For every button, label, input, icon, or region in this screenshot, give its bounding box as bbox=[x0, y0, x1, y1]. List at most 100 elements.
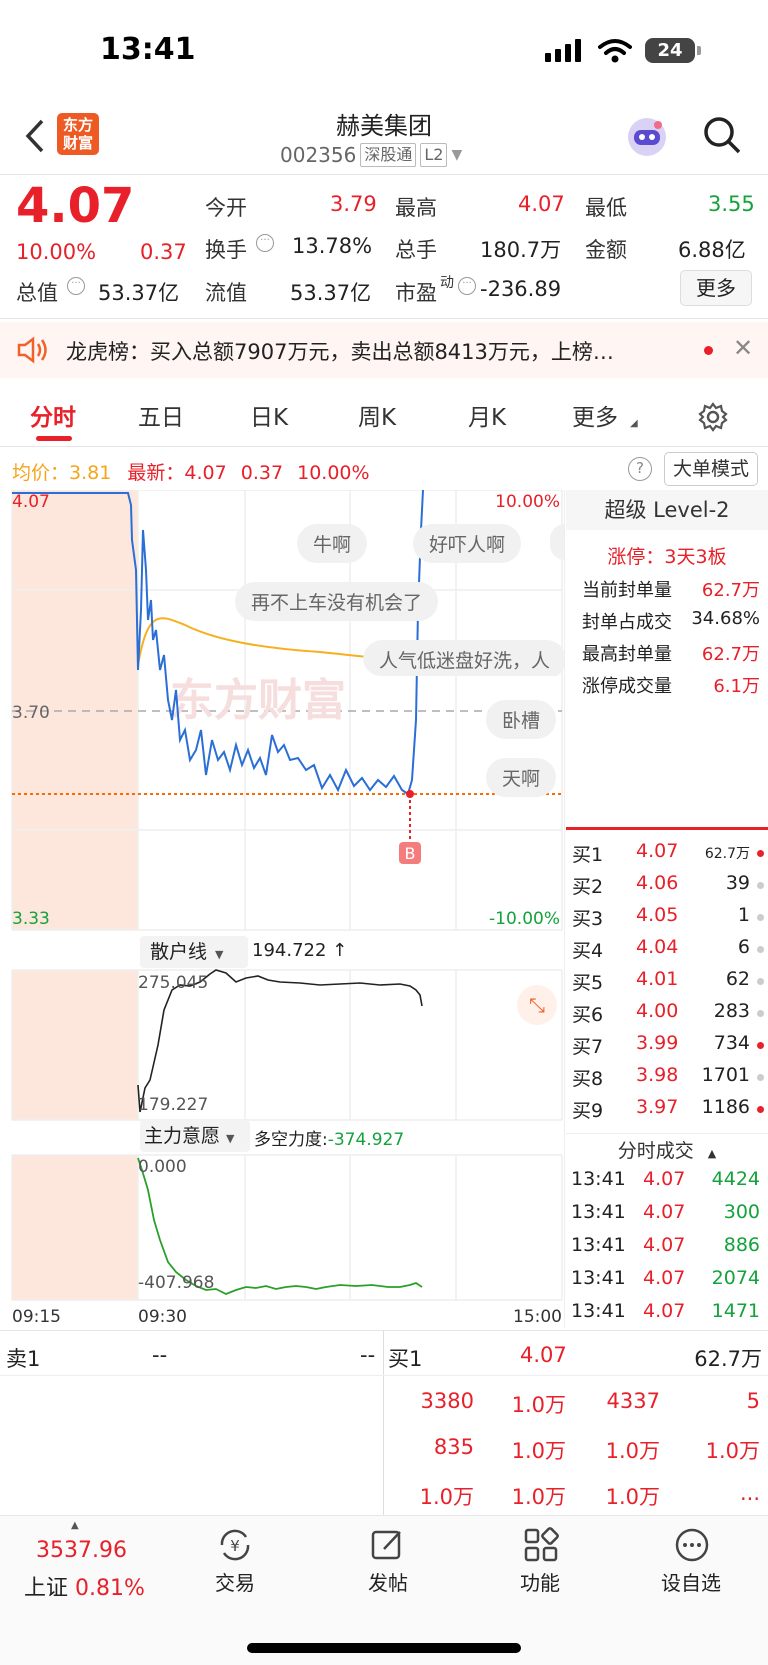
nav-post-label[interactable]: 发帖 bbox=[338, 1567, 438, 1596]
bid-row[interactable]: 买8 3.98 1701 bbox=[572, 1064, 768, 1096]
info-icon[interactable]: ··· bbox=[67, 277, 85, 295]
chart-tabs: 分时 五日 日K 周K 月K 更多 ◢ bbox=[0, 388, 768, 448]
nav-functions-label[interactable]: 功能 bbox=[490, 1567, 590, 1596]
queue-order: 3380 bbox=[420, 1389, 474, 1413]
level2-divider bbox=[566, 827, 768, 830]
retail-value-row: 194.722 ↑ bbox=[252, 940, 347, 961]
order-dot bbox=[757, 914, 764, 921]
comment-clip: 人气低迷盘好洗，人 bbox=[363, 640, 565, 676]
tick-volume: 300 bbox=[723, 1201, 760, 1223]
bid-row[interactable]: 买4 4.04 6 bbox=[572, 936, 768, 968]
notice-bar[interactable]: 龙虎榜：买入总额7907万元，卖出总额8413万元，上榜… ✕ bbox=[0, 322, 768, 378]
search-icon[interactable] bbox=[702, 115, 742, 155]
nav-trade-label[interactable]: 交易 bbox=[185, 1567, 285, 1596]
time-start-label: 09:15 bbox=[12, 1307, 61, 1327]
help-icon[interactable]: ? bbox=[628, 457, 652, 481]
time-end-label: 15:00 bbox=[513, 1307, 562, 1327]
comment-bubble[interactable]: 好吓人啊 bbox=[413, 524, 522, 563]
ticks-title[interactable]: 分时成交 ▲ bbox=[566, 1136, 768, 1163]
comment-bubble[interactable]: 再不上车没有机会了 bbox=[235, 582, 439, 621]
cellular-signal-icon bbox=[545, 38, 581, 62]
pe-label: 市盈 bbox=[395, 281, 437, 305]
bid-volume: 6 bbox=[737, 936, 750, 958]
bid-row[interactable]: 买1 4.07 62.7万 bbox=[572, 840, 768, 872]
stock-code: 002356 bbox=[280, 143, 357, 167]
comment-bubble[interactable]: 天啊 bbox=[486, 758, 557, 797]
header-divider bbox=[0, 174, 768, 175]
stat-value: 34.68% bbox=[691, 608, 760, 629]
nav-watchlist-label[interactable]: 设自选 bbox=[641, 1567, 741, 1596]
queue-order: 1.0万 bbox=[511, 1393, 566, 1417]
amount-label: 金额 bbox=[585, 238, 627, 262]
sell1-label: 卖1 bbox=[6, 1347, 41, 1371]
expand-up-icon[interactable]: ▲ bbox=[71, 1520, 79, 1531]
pe-sup: 动 bbox=[440, 275, 454, 291]
bid-label: 买1 bbox=[572, 844, 604, 866]
stock-code-row[interactable]: 002356 深股通 L2 ▼ bbox=[280, 143, 462, 167]
order-dot bbox=[757, 978, 764, 985]
stat-label: 最高封单量 bbox=[582, 644, 672, 665]
queue-order: 5 bbox=[746, 1389, 760, 1413]
bid-row[interactable]: 买6 4.00 283 bbox=[572, 1000, 768, 1032]
level2-title[interactable]: 超级 Level-2 bbox=[566, 490, 768, 530]
turnover-label: 换手 bbox=[205, 238, 247, 262]
bid-price: 4.07 bbox=[636, 840, 679, 862]
latest-value: 4.07 bbox=[184, 462, 227, 484]
bid-row[interactable]: 买3 4.05 1 bbox=[572, 904, 768, 936]
main-indicator-select[interactable]: 主力意愿 ▼ bbox=[140, 1120, 250, 1152]
main-top-label: 0.000 bbox=[138, 1157, 187, 1177]
bid-row[interactable]: 买5 4.01 62 bbox=[572, 968, 768, 1000]
bid-row[interactable]: 买7 3.99 734 bbox=[572, 1032, 768, 1064]
comment-bubble[interactable]: 卧槽 bbox=[486, 700, 557, 739]
expand-icon[interactable]: ⤡ bbox=[517, 985, 557, 1025]
bid-price: 3.98 bbox=[636, 1064, 679, 1086]
time-open-label: 09:30 bbox=[138, 1307, 187, 1327]
tick-time: 13:41 bbox=[571, 1234, 626, 1256]
close-icon[interactable]: ✕ bbox=[733, 334, 753, 362]
total-mv-label: 总值 bbox=[16, 281, 58, 305]
post-icon[interactable] bbox=[370, 1527, 406, 1563]
order-dot bbox=[757, 1042, 764, 1049]
status-time: 13:41 bbox=[100, 32, 196, 67]
tick-volume: 4424 bbox=[711, 1168, 760, 1190]
info-icon[interactable]: ··· bbox=[458, 277, 476, 295]
tick-price: 4.07 bbox=[643, 1267, 686, 1289]
comment-bubble[interactable]: 牛啊 bbox=[297, 524, 368, 563]
tab-week-k[interactable]: 周K bbox=[358, 398, 396, 432]
index-ticker[interactable]: 上证 0.81% bbox=[24, 1570, 145, 1602]
bid-price: 4.05 bbox=[636, 904, 679, 926]
watermark: 东方财富 bbox=[170, 675, 346, 726]
float-mv-label: 流值 bbox=[205, 281, 247, 305]
quote-divider bbox=[0, 318, 768, 319]
stat-label: 当前封单量 bbox=[582, 580, 672, 601]
more-dots-icon[interactable] bbox=[674, 1527, 710, 1563]
trade-icon[interactable]: ¥ bbox=[216, 1527, 254, 1563]
bid-row[interactable]: 买2 4.06 39 bbox=[572, 872, 768, 904]
info-icon[interactable]: ··· bbox=[256, 234, 274, 252]
latest-pct: 10.00% bbox=[297, 462, 370, 484]
settings-icon[interactable] bbox=[698, 402, 728, 432]
main-force-value: -374.927 bbox=[327, 1130, 405, 1150]
functions-icon[interactable] bbox=[523, 1527, 559, 1563]
index-value[interactable]: 3537.96 bbox=[36, 1538, 127, 1563]
robot-avatar-icon[interactable] bbox=[625, 115, 669, 159]
bottom-book-vdivider bbox=[383, 1331, 384, 1515]
pre-market-shade bbox=[12, 1155, 138, 1300]
tab-intraday[interactable]: 分时 bbox=[30, 398, 76, 432]
retail-indicator-select[interactable]: 散户线 ▼ bbox=[140, 936, 248, 968]
tab-more[interactable]: 更多 bbox=[572, 398, 618, 432]
bid-label: 买5 bbox=[572, 972, 604, 994]
comment-bubble[interactable]: 人气低迷盘好洗，人 bbox=[363, 640, 565, 676]
tab-five-day[interactable]: 五日 bbox=[138, 398, 184, 432]
tab-month-k[interactable]: 月K bbox=[468, 398, 506, 432]
big-order-mode-button[interactable]: 大单模式 bbox=[664, 452, 758, 486]
change-value: 0.37 bbox=[140, 240, 187, 264]
bid-row[interactable]: 买9 3.97 1186 bbox=[572, 1096, 768, 1128]
order-dot bbox=[757, 1074, 764, 1081]
more-button[interactable]: 更多 bbox=[680, 270, 752, 306]
queue-order: ... bbox=[739, 1481, 760, 1505]
tab-day-k[interactable]: 日K bbox=[250, 398, 288, 432]
y-top-label: 4.07 bbox=[12, 492, 50, 512]
latest-label: 最新： bbox=[127, 462, 185, 484]
tick-volume: 2074 bbox=[711, 1267, 760, 1289]
